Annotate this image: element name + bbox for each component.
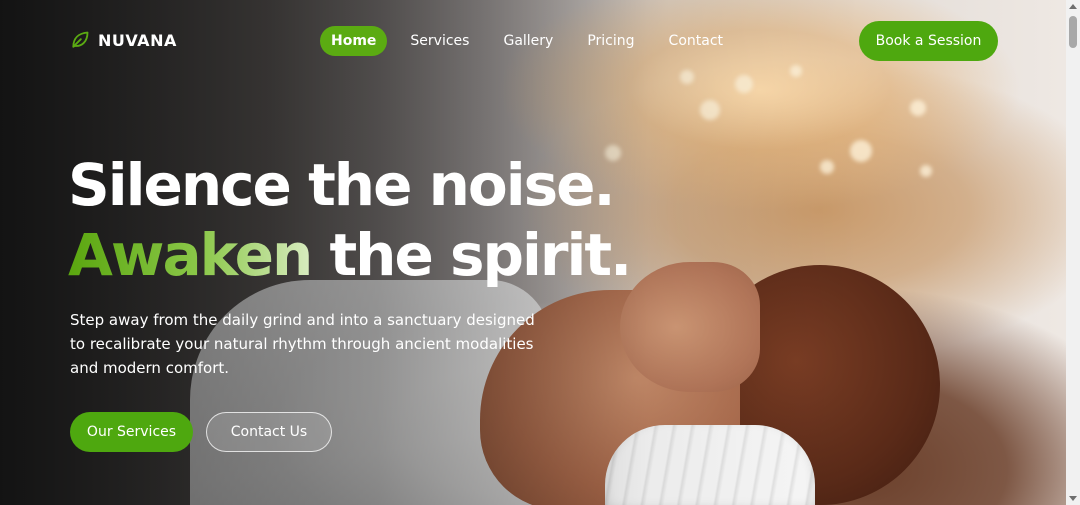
leaf-icon (72, 31, 89, 48)
headline-accent-word: Awaken (68, 221, 313, 289)
contact-us-button[interactable]: Contact Us (206, 412, 332, 452)
nav-link-services[interactable]: Services (399, 26, 480, 56)
page-scrollbar[interactable] (1066, 0, 1080, 505)
nav-link-gallery[interactable]: Gallery (492, 26, 564, 56)
headline-line-1: Silence the noise. (68, 151, 616, 219)
scroll-up-icon[interactable] (1069, 4, 1077, 9)
book-session-button[interactable]: Book a Session (859, 21, 998, 61)
nav-links: Home Services Gallery Pricing Contact (320, 26, 746, 56)
brand-name: NUVANA (98, 30, 177, 50)
hero-section: NUVANA Home Services Gallery Pricing Con… (0, 0, 1080, 505)
top-navigation: NUVANA Home Services Gallery Pricing Con… (0, 0, 1066, 82)
scrollbar-thumb[interactable] (1069, 16, 1077, 48)
our-services-button[interactable]: Our Services (70, 412, 193, 452)
nav-link-home[interactable]: Home (320, 26, 388, 56)
headline-line-2: the spirit. (311, 221, 632, 289)
scroll-down-icon[interactable] (1069, 496, 1077, 501)
nav-link-contact[interactable]: Contact (658, 26, 734, 56)
hero-subtext: Step away from the daily grind and into … (70, 311, 535, 377)
nav-link-pricing[interactable]: Pricing (576, 26, 645, 56)
hero-headline: Silence the noise. Awaken the spirit. (68, 150, 632, 290)
brand-logo[interactable]: NUVANA (70, 30, 177, 50)
